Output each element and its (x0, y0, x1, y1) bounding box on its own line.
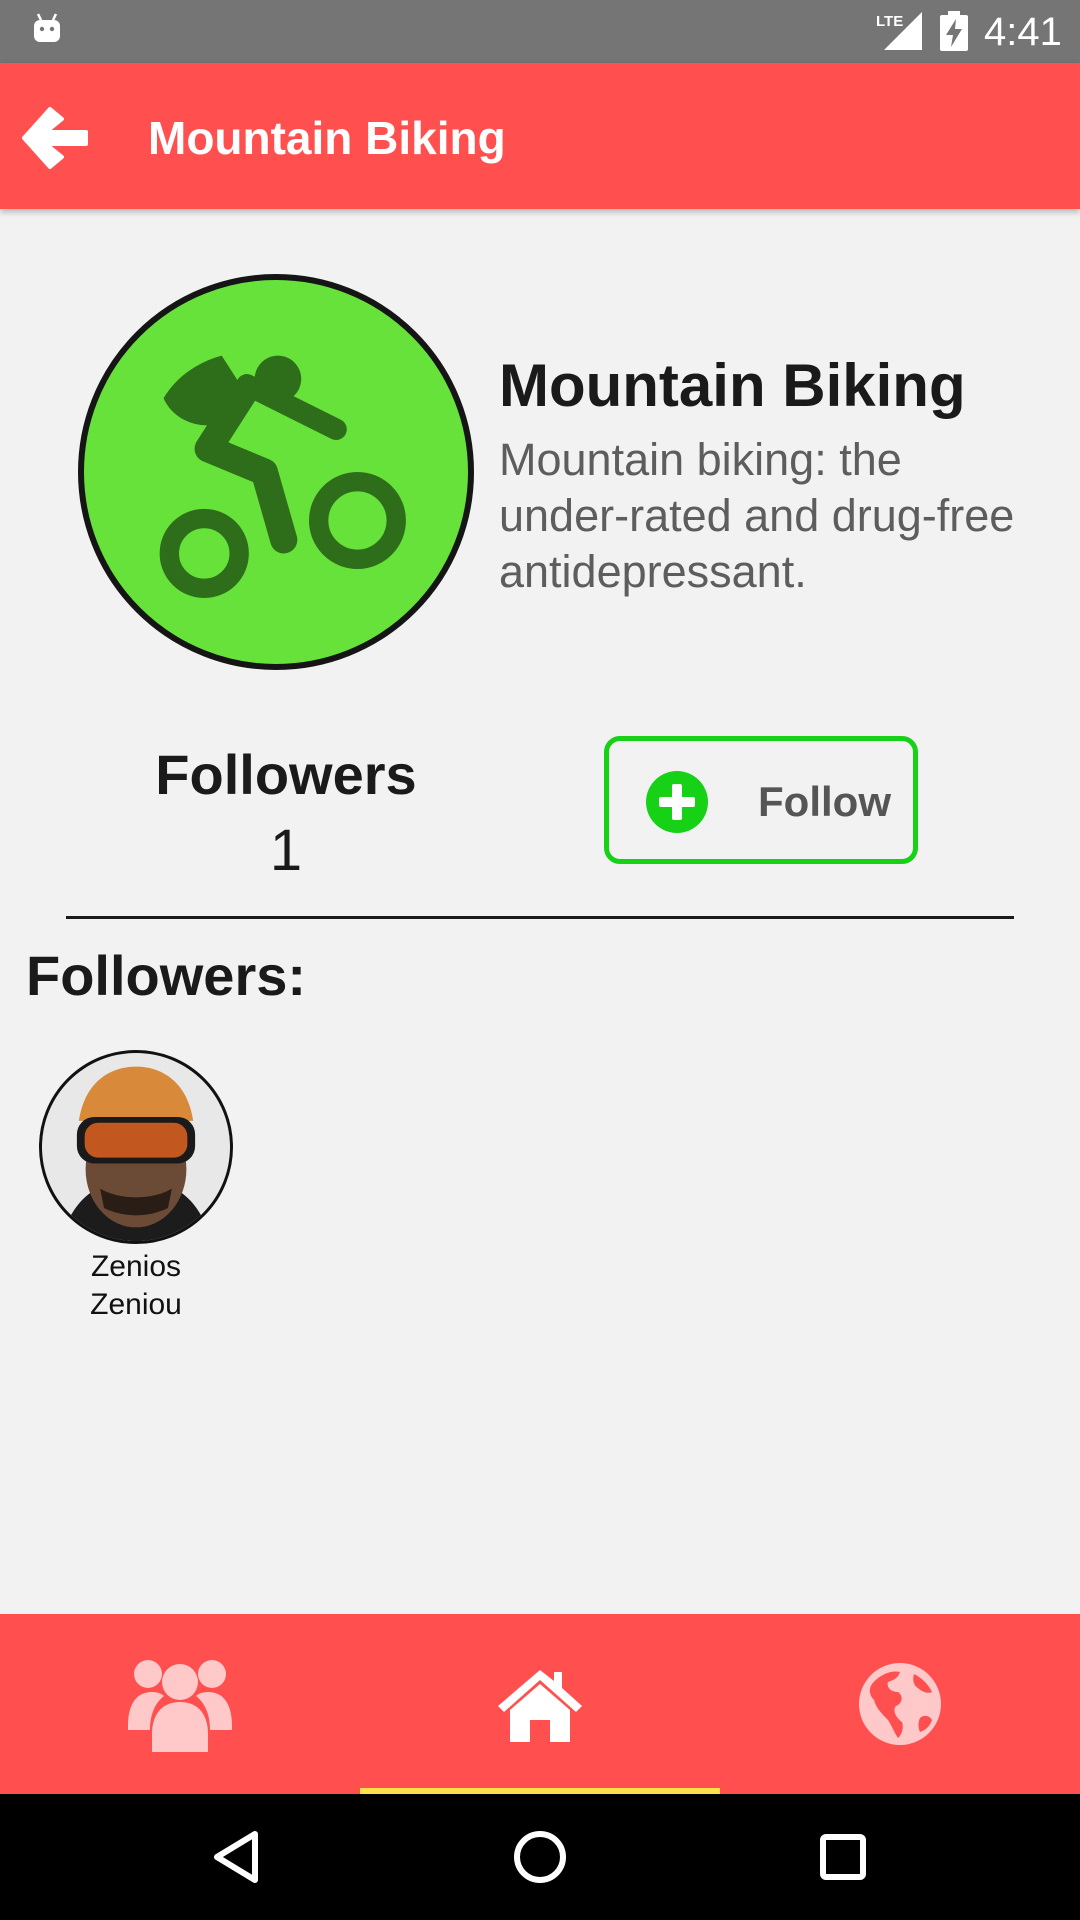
back-arrow-icon[interactable] (16, 101, 90, 175)
app-bar-title: Mountain Biking (148, 112, 506, 164)
nav-item-groups[interactable] (0, 1614, 360, 1794)
follower-photo-icon (42, 1053, 230, 1241)
followers-stat: Followers 1 (116, 742, 456, 886)
follow-button-label: Follow (758, 778, 891, 825)
app-bar: Mountain Biking (0, 63, 1080, 209)
section-divider (66, 916, 1014, 919)
topic-description: Mountain biking: the under-rated and dru… (499, 434, 1015, 597)
avatar (39, 1050, 233, 1244)
system-navigation-bar (0, 1794, 1080, 1920)
mountain-biker-icon (159, 355, 406, 599)
nav-item-globe[interactable] (720, 1614, 1080, 1794)
topic-logo (78, 274, 474, 670)
follow-button[interactable]: Follow (604, 736, 918, 864)
topic-title: Mountain Biking (499, 352, 966, 419)
android-notification-icon (34, 13, 60, 42)
nav-item-home[interactable] (360, 1614, 720, 1794)
status-time: 4:41 (984, 10, 1062, 54)
followers-stat-label: Followers (155, 743, 417, 806)
home-icon (498, 1670, 582, 1742)
status-bar: LTE 4:41 (0, 0, 1080, 63)
follower-item[interactable]: Zenios Zeniou (36, 1050, 236, 1324)
home-circle-icon[interactable] (509, 1826, 571, 1888)
plus-circle-icon (646, 771, 708, 833)
followers-stat-count: 1 (269, 818, 303, 883)
lte-signal-icon: LTE (876, 12, 922, 50)
battery-charging-icon (940, 11, 968, 51)
bottom-navigation (0, 1614, 1080, 1794)
follower-name: Zenios Zeniou (90, 1250, 182, 1321)
back-triangle-icon[interactable] (205, 1826, 267, 1888)
globe-icon (859, 1663, 941, 1745)
recents-square-icon[interactable] (812, 1826, 874, 1888)
svg-text:LTE: LTE (876, 13, 903, 30)
groups-icon (128, 1660, 232, 1752)
followers-section-title: Followers: (26, 944, 307, 1007)
